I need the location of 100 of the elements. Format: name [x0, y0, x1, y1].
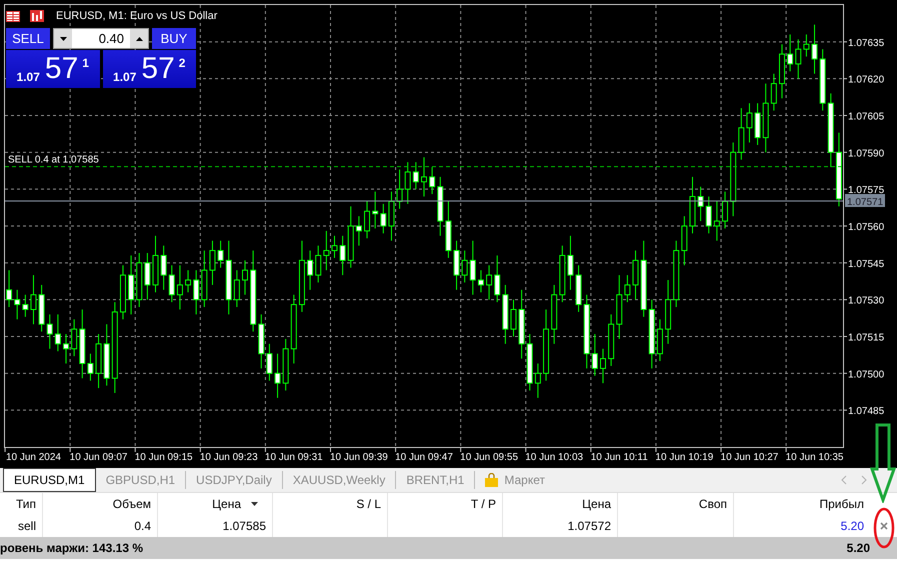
time-label: 10 Jun 10:03: [525, 452, 584, 463]
price-label: 1.07515: [848, 332, 884, 344]
chart-icon[interactable]: [30, 10, 44, 22]
candlestick: [332, 235, 338, 258]
time-label: 10 Jun 2024: [6, 452, 61, 463]
candlestick: [340, 235, 346, 276]
price-label: 1.07485: [848, 406, 884, 418]
candlestick: [168, 264, 175, 303]
price-label: 1.07620: [848, 74, 884, 86]
candlestick: [812, 24, 818, 74]
time-label: 10 Jun 09:47: [395, 452, 453, 463]
column-header[interactable]: S / L: [272, 493, 387, 515]
time-label: 10 Jun 09:07: [70, 452, 128, 463]
candlestick: [323, 230, 330, 271]
candlestick: [30, 274, 36, 325]
candlestick: [185, 270, 192, 293]
candlestick: [364, 200, 370, 239]
table-icon[interactable]: [6, 10, 20, 22]
candlestick: [6, 270, 12, 308]
price-label: 1.07635: [848, 38, 884, 49]
candlestick: [714, 200, 720, 242]
candlestick: [567, 235, 574, 290]
candlestick: [315, 245, 322, 283]
column-header[interactable]: Прибыл: [733, 493, 870, 515]
total-profit: 5.20: [846, 541, 870, 555]
table-cell-text: sell: [16, 518, 37, 535]
column-header[interactable]: Тип: [0, 493, 42, 515]
price-label: 1.07500: [848, 369, 884, 380]
up-icon: [136, 36, 142, 40]
candlestick: [600, 348, 606, 384]
decrease-button[interactable]: [54, 29, 72, 48]
price-label: 1.07590: [848, 148, 884, 160]
candlestick: [803, 34, 810, 58]
sell-button[interactable]: SELL: [6, 28, 50, 49]
candlestick: [429, 166, 436, 195]
margin-level: ровень маржи: 143.13 %: [0, 541, 143, 555]
column-header[interactable]: Цена: [502, 493, 617, 515]
candlestick: [54, 314, 61, 352]
candlestick: [470, 240, 476, 296]
time-label: 10 Jun 09:31: [264, 452, 323, 463]
ellipse-drawing: [873, 507, 895, 549]
candlestick: [624, 274, 630, 303]
candlestick: [193, 270, 200, 315]
price-label: 1.07575: [848, 185, 884, 196]
candlestick: [176, 264, 183, 310]
candlestick: [356, 216, 362, 246]
candlestick: [722, 191, 728, 229]
close-icon[interactable]: [880, 522, 888, 530]
candlestick: [746, 102, 752, 144]
candlestick: [706, 196, 712, 234]
candlestick: [22, 294, 28, 318]
candlestick: [266, 343, 272, 382]
candlestick: [404, 162, 411, 204]
time-label: 10 Jun 09:15: [134, 452, 193, 463]
candlestick: [307, 250, 314, 290]
candlestick: [71, 318, 78, 357]
candlestick: [87, 353, 94, 382]
column-header[interactable]: Цена: [157, 493, 272, 515]
time-label: 10 Jun 10:19: [655, 452, 714, 463]
candlestick: [14, 289, 20, 320]
time-label: 10 Jun 09:55: [460, 452, 518, 463]
lot-field[interactable]: 0.40: [53, 28, 149, 49]
current-price-label: 1.07571: [845, 194, 885, 208]
candlestick: [218, 240, 224, 268]
candlestick: [63, 334, 70, 364]
time-label: 10 Jun 10:11: [590, 452, 648, 463]
column-header[interactable]: Объем: [42, 493, 157, 515]
candlestick: [380, 203, 386, 234]
price-label: 1.07560: [848, 222, 884, 233]
bag-icon: [485, 473, 498, 487]
candlestick: [234, 270, 240, 308]
price-label: 1.07545: [848, 258, 884, 270]
candlestick: [698, 186, 704, 222]
tab[interactable]: EURUSD,M1: [3, 468, 96, 492]
candlestick: [421, 156, 427, 198]
increase-button[interactable]: [130, 29, 148, 48]
time-label: 10 Jun 09:39: [330, 452, 388, 463]
candlestick: [372, 191, 378, 229]
time-label: 10 Jun 10:27: [720, 452, 778, 463]
candlestick: [462, 250, 468, 283]
candlestick: [242, 260, 248, 296]
candlestick: [209, 240, 216, 286]
candlestick: [795, 38, 802, 80]
candlestick: [486, 264, 492, 300]
candlestick: [592, 334, 598, 376]
candlestick: [478, 270, 484, 293]
price-label: 1.07605: [848, 112, 884, 122]
down-icon: [60, 36, 66, 40]
candlestick: [510, 299, 516, 337]
candlestick: [144, 252, 150, 300]
candlestick: [770, 73, 777, 112]
time-label: 10 Jun 10:35: [786, 452, 844, 463]
column-header[interactable]: T / P: [387, 493, 502, 515]
candlestick: [412, 162, 419, 190]
window-title: EURUSD, M1: Euro vs US Dollar: [56, 10, 218, 22]
buy-button[interactable]: BUY: [152, 28, 196, 49]
candlestick: [534, 363, 541, 398]
candlestick: [46, 314, 53, 350]
column-header[interactable]: Своп: [617, 493, 733, 515]
order-label: SELL 0.4 at 1.07585: [8, 154, 99, 166]
